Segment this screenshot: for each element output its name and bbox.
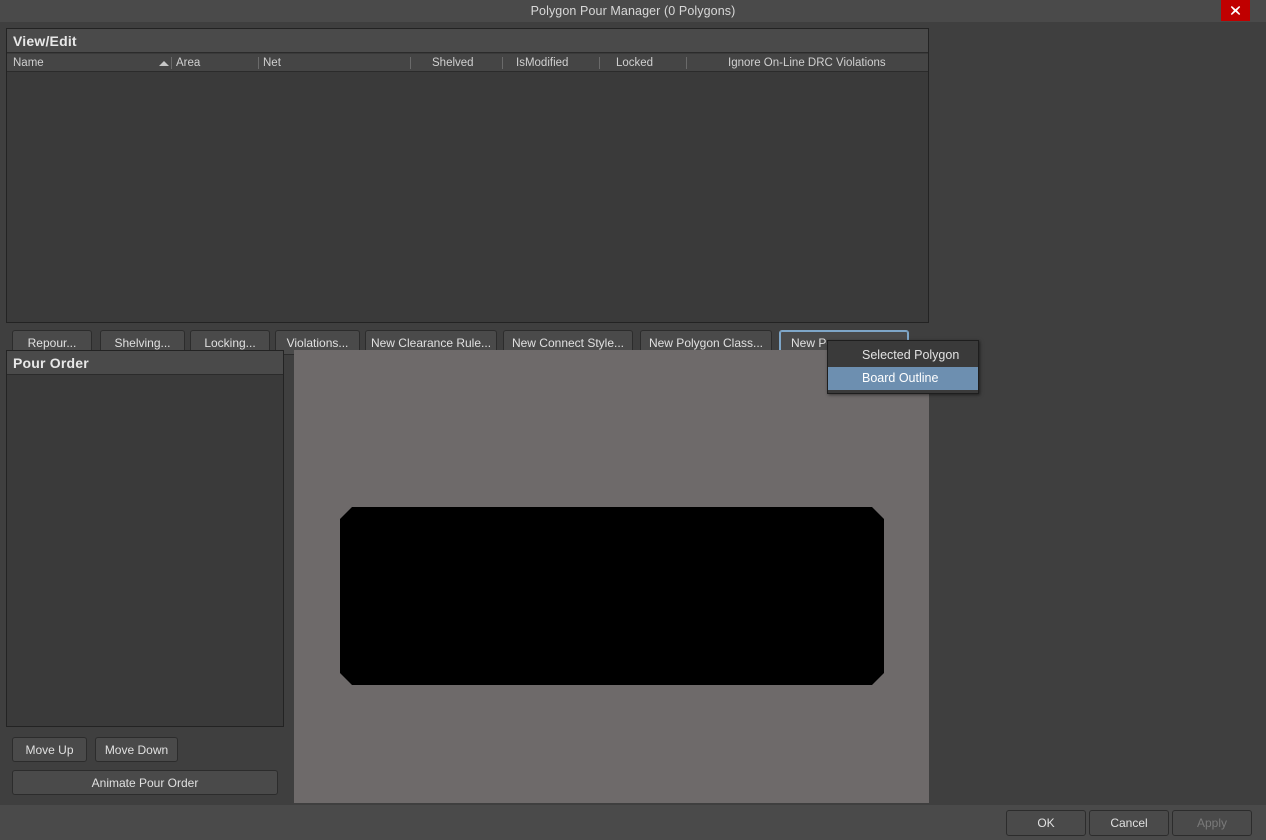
board-outline-polygon[interactable] <box>340 507 884 685</box>
column-header-ignore-drc[interactable]: Ignore On-Line DRC Violations <box>728 54 886 72</box>
column-divider[interactable] <box>502 57 503 69</box>
column-divider[interactable] <box>599 57 600 69</box>
close-icon <box>1230 5 1241 16</box>
move-down-button[interactable]: Move Down <box>95 737 178 762</box>
polygon-table-header: Name Area Net Shelved IsModified Locked … <box>7 54 928 72</box>
column-header-shelved[interactable]: Shelved <box>432 54 474 72</box>
cancel-button[interactable]: Cancel <box>1089 810 1169 836</box>
column-header-name[interactable]: Name <box>13 54 44 72</box>
window-title: Polygon Pour Manager (0 Polygons) <box>0 0 1266 22</box>
menu-item-selected-polygon[interactable]: Selected Polygon <box>828 344 978 367</box>
view-edit-header: View/Edit <box>7 29 928 53</box>
apply-button: Apply <box>1172 810 1252 836</box>
move-up-button[interactable]: Move Up <box>12 737 87 762</box>
pour-order-list[interactable] <box>7 375 283 726</box>
sort-ascending-icon <box>159 61 169 66</box>
polygon-pour-manager-dialog: Polygon Pour Manager (0 Polygons) View/E… <box>0 0 1266 840</box>
title-bar: Polygon Pour Manager (0 Polygons) <box>0 0 1266 22</box>
polygon-table-body[interactable] <box>7 72 928 322</box>
dialog-footer: OK Cancel Apply <box>0 805 1266 840</box>
dialog-content: View/Edit Name Area Net Shelved IsModifi… <box>0 22 1266 805</box>
column-divider[interactable] <box>171 57 172 69</box>
animate-pour-order-button[interactable]: Animate Pour Order <box>12 770 278 795</box>
pour-order-header: Pour Order <box>7 351 283 375</box>
column-divider[interactable] <box>410 57 411 69</box>
new-polygon-dropdown-menu: Selected Polygon Board Outline <box>827 340 979 394</box>
column-header-locked[interactable]: Locked <box>616 54 653 72</box>
ok-button[interactable]: OK <box>1006 810 1086 836</box>
close-button[interactable] <box>1221 0 1250 21</box>
view-edit-panel: View/Edit Name Area Net Shelved IsModifi… <box>6 28 929 323</box>
column-header-net[interactable]: Net <box>263 54 281 72</box>
column-header-ismodified[interactable]: IsModified <box>516 54 568 72</box>
pour-order-panel: Pour Order <box>6 350 284 727</box>
menu-item-board-outline[interactable]: Board Outline <box>828 367 978 390</box>
column-divider[interactable] <box>258 57 259 69</box>
column-header-area[interactable]: Area <box>176 54 200 72</box>
board-preview-area[interactable] <box>294 350 929 803</box>
column-divider[interactable] <box>686 57 687 69</box>
